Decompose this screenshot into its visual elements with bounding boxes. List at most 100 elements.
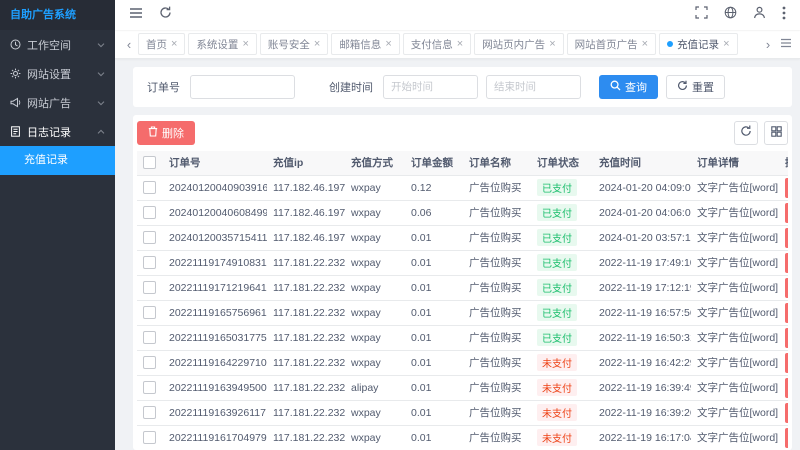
cell-detail: 文字广告位[word]...	[691, 175, 779, 200]
cell-name: 广告位购买	[463, 175, 531, 200]
tab-close-icon[interactable]: ×	[385, 39, 391, 50]
row-checkbox[interactable]	[143, 181, 156, 194]
table-row: 20240120040903916117.182.46.197wxpay0.12…	[137, 175, 788, 200]
sidebar-item[interactable]: 工作空间	[0, 30, 115, 59]
delete-button[interactable]: 删除	[137, 121, 195, 145]
row-delete-button[interactable]: 删除	[785, 203, 788, 223]
cell-amount: 0.01	[405, 425, 463, 450]
row-delete-button[interactable]: 删除	[785, 228, 788, 248]
table-wrap: 订单号充值ip充值方式订单金额订单名称订单状态充值时间订单详情操作 202401…	[137, 151, 788, 450]
tab-close-icon[interactable]: ×	[171, 39, 177, 50]
cell-amount: 0.01	[405, 300, 463, 325]
row-checkbox[interactable]	[143, 356, 156, 369]
more-menu-button[interactable]	[782, 6, 786, 25]
row-checkbox[interactable]	[143, 231, 156, 244]
search-button[interactable]: 查询	[599, 75, 658, 99]
row-delete-button[interactable]: 删除	[785, 378, 788, 398]
sidebar-item[interactable]: 网站广告	[0, 88, 115, 117]
tab-label: 网站首页广告	[575, 37, 638, 52]
user-menu-button[interactable]	[753, 6, 766, 24]
row-checkbox[interactable]	[143, 431, 156, 444]
tab-close-icon[interactable]: ×	[314, 39, 320, 50]
tab-item[interactable]: 账号安全×	[260, 33, 328, 55]
app-title: 自助广告系统	[0, 0, 115, 30]
row-checkbox[interactable]	[143, 331, 156, 344]
order-number-input[interactable]	[190, 75, 295, 99]
tab-item[interactable]: 网站页内广告 ×	[474, 33, 563, 55]
table-row: 20221119163949500117.181.22.232alipay0.0…	[137, 375, 788, 400]
row-delete-button[interactable]: 删除	[785, 428, 788, 448]
row-delete-button[interactable]: 删除	[785, 178, 788, 198]
tab-item[interactable]: 网站首页广告 ×	[567, 33, 656, 55]
row-delete-button[interactable]: 删除	[785, 303, 788, 323]
workspace-icon	[10, 39, 21, 50]
tab-item[interactable]: 首页×	[138, 33, 185, 55]
tab-close-icon[interactable]: ×	[642, 39, 648, 50]
tab-scroll-left-button[interactable]: ‹	[120, 38, 138, 51]
sidebar-item[interactable]: 网站设置	[0, 59, 115, 88]
main-area: ‹ 首页×系统设置×账号安全×邮箱信息×支付信息×网站页内广告×网站首页广告×充…	[115, 0, 800, 450]
cell-method: wxpay	[345, 200, 405, 225]
tab-label: 充值记录	[677, 37, 719, 52]
cell-ip: 117.181.22.232	[267, 275, 345, 300]
fullscreen-button[interactable]	[695, 6, 708, 24]
table-card: 删除	[133, 115, 792, 450]
row-delete-button[interactable]: 删除	[785, 328, 788, 348]
refresh-page-button[interactable]	[159, 6, 172, 24]
cell-time: 2022-11-19 16:39:49	[593, 375, 691, 400]
cell-ip: 117.181.22.232	[267, 350, 345, 375]
tab-scroll-right-button[interactable]: ›	[759, 38, 777, 51]
row-checkbox[interactable]	[143, 381, 156, 394]
row-checkbox[interactable]	[143, 306, 156, 319]
cell-method: wxpay	[345, 275, 405, 300]
language-button[interactable]	[724, 6, 737, 24]
globe-icon	[724, 6, 737, 24]
user-icon	[753, 6, 766, 24]
column-settings-button[interactable]	[764, 121, 788, 145]
sidebar-item[interactable]: 日志记录	[0, 117, 115, 146]
table-row: 20221119174910831117.181.22.232wxpay0.01…	[137, 250, 788, 275]
tab-item[interactable]: 支付信息×	[403, 33, 471, 55]
tab-item[interactable]: 充值记录 ×	[659, 33, 737, 55]
sidebar-subitem[interactable]: 充值记录	[0, 146, 115, 175]
cell-detail: 文字广告位[word]...	[691, 400, 779, 425]
column-header: 订单状态	[531, 151, 593, 175]
trash-icon	[148, 126, 158, 140]
column-header: 充值时间	[593, 151, 691, 175]
cell-amount: 0.01	[405, 325, 463, 350]
end-time-input[interactable]	[486, 75, 581, 99]
row-checkbox[interactable]	[143, 206, 156, 219]
row-delete-button[interactable]: 删除	[785, 278, 788, 298]
table-row: 20221119164229710117.181.22.232wxpay0.01…	[137, 350, 788, 375]
hamburger-icon	[129, 6, 143, 24]
tab-label: 网站页内广告	[482, 37, 545, 52]
start-time-input[interactable]	[383, 75, 478, 99]
cell-method: wxpay	[345, 250, 405, 275]
tab-close-icon[interactable]: ×	[457, 39, 463, 50]
row-delete-button[interactable]: 删除	[785, 403, 788, 423]
cell-order: 20221119163926117	[163, 400, 267, 425]
cell-amount: 0.01	[405, 375, 463, 400]
tab-close-icon[interactable]: ×	[549, 39, 555, 50]
refresh-icon	[740, 124, 752, 142]
table-toolbar: 删除	[133, 115, 792, 151]
tab-item[interactable]: 邮箱信息×	[331, 33, 399, 55]
table-refresh-button[interactable]	[734, 121, 758, 145]
cell-time: 2022-11-19 16:42:29	[593, 350, 691, 375]
tab-close-icon[interactable]: ×	[723, 39, 729, 50]
more-vertical-icon	[782, 6, 786, 25]
row-checkbox[interactable]	[143, 256, 156, 269]
select-all-checkbox[interactable]	[143, 156, 156, 169]
reset-button[interactable]: 重置	[666, 75, 725, 99]
tab-item[interactable]: 系统设置×	[188, 33, 256, 55]
row-delete-button[interactable]: 删除	[785, 253, 788, 273]
tab-close-icon[interactable]: ×	[242, 39, 248, 50]
row-delete-button[interactable]: 删除	[785, 353, 788, 373]
table-body: 20240120040903916117.182.46.197wxpay0.12…	[137, 175, 788, 450]
collapse-menu-button[interactable]	[129, 6, 143, 24]
row-checkbox[interactable]	[143, 281, 156, 294]
tab-list: 首页×系统设置×账号安全×邮箱信息×支付信息×网站页内广告×网站首页广告×充值记…	[138, 33, 759, 55]
log-icon	[10, 126, 21, 137]
tab-options-button[interactable]	[780, 35, 792, 53]
row-checkbox[interactable]	[143, 406, 156, 419]
